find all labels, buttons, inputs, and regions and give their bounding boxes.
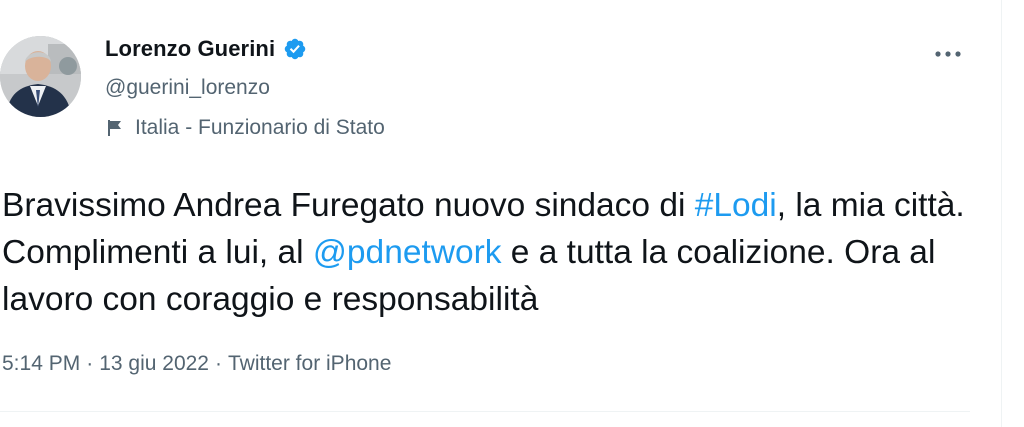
column-border — [1001, 0, 1002, 427]
verified-badge-icon — [283, 37, 307, 61]
meta-separator: · — [215, 352, 222, 375]
more-options-button[interactable] — [930, 40, 966, 68]
tweet-text-segment: Bravissimo Andrea Furegato nuovo sindaco… — [2, 187, 695, 224]
tweet-source[interactable]: Twitter for iPhone — [228, 352, 391, 375]
tweet-card: Lorenzo Guerini @guerini_lorenzo Italia … — [0, 0, 1024, 427]
meta-separator: · — [86, 352, 94, 375]
author-label-text: Italia - Funzionario di Stato — [135, 116, 385, 139]
tweet-text: Bravissimo Andrea Furegato nuovo sindaco… — [2, 182, 987, 323]
author-name[interactable]: Lorenzo Guerini — [105, 36, 275, 62]
tweet-time[interactable]: 5:14 PM — [2, 352, 80, 375]
author-label: Italia - Funzionario di Stato — [105, 116, 385, 140]
hashtag-link[interactable]: #Lodi — [695, 187, 777, 224]
tweet-date[interactable]: 13 giu 2022 — [99, 352, 209, 375]
tweet-meta: 5:14 PM · 13 giu 2022 · Twitter for iPhone — [2, 352, 391, 376]
divider — [0, 411, 970, 412]
author-name-row: Lorenzo Guerini — [105, 36, 307, 62]
flag-icon — [105, 118, 125, 138]
avatar[interactable] — [0, 36, 81, 117]
more-options-icon — [933, 45, 963, 63]
author-handle[interactable]: @guerini_lorenzo — [105, 76, 270, 100]
mention-link[interactable]: @pdnetwork — [313, 234, 502, 271]
